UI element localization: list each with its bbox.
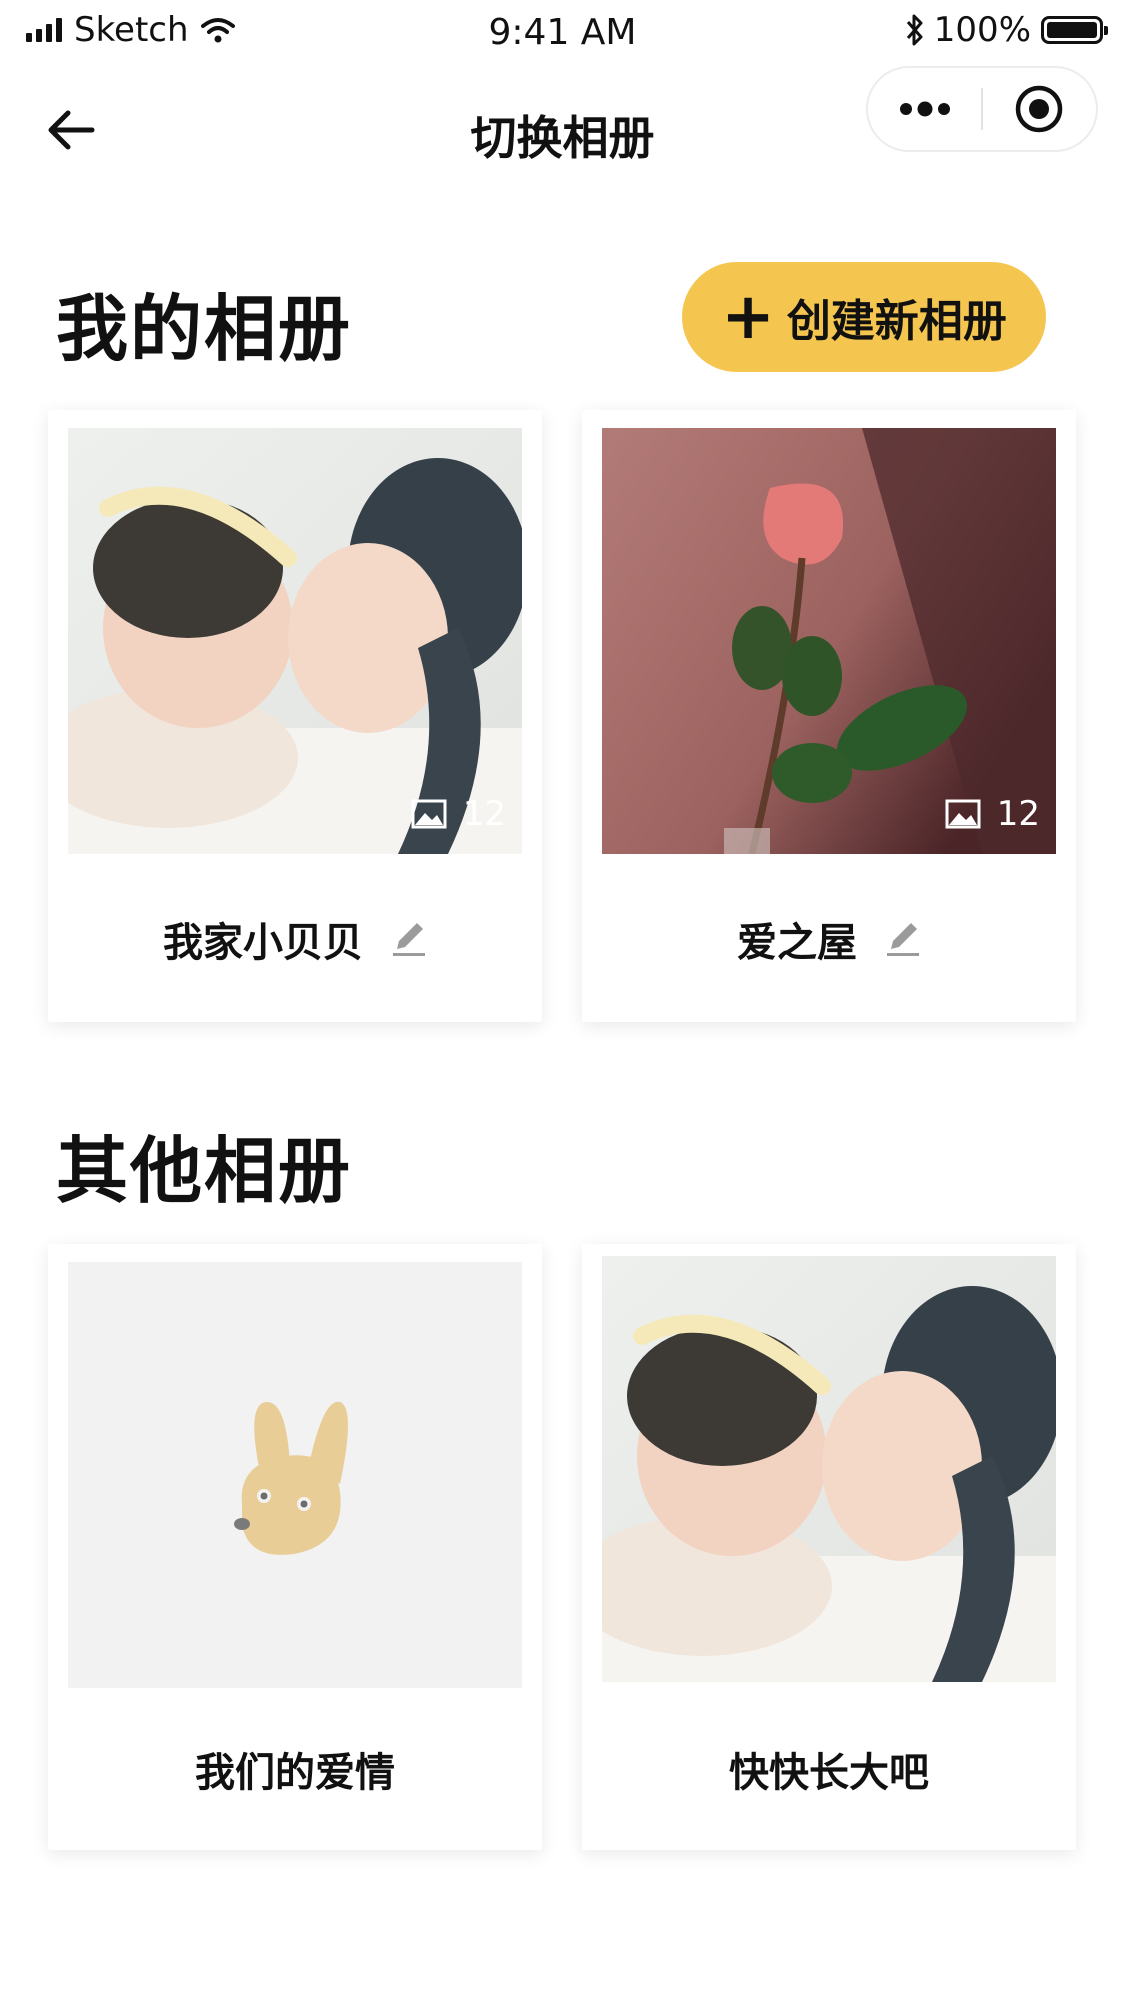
rabbit-icon — [234, 1401, 348, 1555]
rose-photo — [602, 428, 1056, 854]
image-icon — [945, 799, 981, 829]
close-program-button[interactable] — [983, 68, 1096, 150]
album-caption: 我们的爱情 — [48, 1740, 542, 1798]
create-album-button[interactable]: + 创建新相册 — [682, 262, 1046, 372]
album-caption: 我家小贝贝 — [48, 910, 542, 968]
navigation-bar: 切换相册 — [0, 66, 1125, 194]
baby-girl-photo — [68, 428, 522, 854]
album-cover-placeholder — [68, 1262, 522, 1688]
battery-icon — [1041, 16, 1108, 44]
album-card-grow-up[interactable]: 快快长大吧 — [582, 1244, 1076, 1850]
album-name: 快快长大吧 — [729, 1750, 929, 1796]
album-card-baby[interactable]: 12 我家小贝贝 — [48, 410, 542, 1022]
baby-girl-photo — [602, 1256, 1056, 1682]
album-name: 我家小贝贝 — [163, 920, 363, 966]
bluetooth-icon — [906, 14, 923, 46]
photo-count: 12 — [411, 794, 506, 834]
plus-icon: + — [721, 280, 775, 354]
more-button[interactable] — [868, 68, 981, 150]
album-name: 我们的爱情 — [195, 1750, 395, 1796]
photo-count-value: 12 — [996, 794, 1040, 834]
album-cover-photo: 12 — [602, 428, 1056, 854]
album-caption: 爱之屋 — [582, 910, 1076, 968]
album-card-rose[interactable]: 12 爱之屋 — [582, 410, 1076, 1022]
album-card-love[interactable]: 我们的爱情 — [48, 1244, 542, 1850]
more-dots-icon — [899, 101, 950, 117]
album-cover-photo — [602, 1256, 1056, 1682]
battery-percent: 100% — [933, 10, 1031, 50]
my-albums-title: 我的相册 — [56, 287, 353, 371]
target-circle-icon — [1016, 85, 1063, 133]
status-bar: Sketch 9:41 AM 100% — [0, 0, 1125, 66]
pencil-icon[interactable] — [885, 919, 921, 959]
album-cover-photo: 12 — [68, 428, 522, 854]
image-icon — [411, 799, 447, 829]
create-album-label: 创建新相册 — [786, 296, 1007, 347]
mini-program-capsule — [866, 66, 1098, 152]
album-caption: 快快长大吧 — [582, 1740, 1076, 1798]
album-name: 爱之屋 — [737, 920, 857, 966]
photo-count-value: 12 — [462, 794, 506, 834]
photo-count: 12 — [945, 794, 1040, 834]
other-albums-title: 其他相册 — [56, 1129, 353, 1213]
pencil-icon[interactable] — [391, 919, 427, 959]
